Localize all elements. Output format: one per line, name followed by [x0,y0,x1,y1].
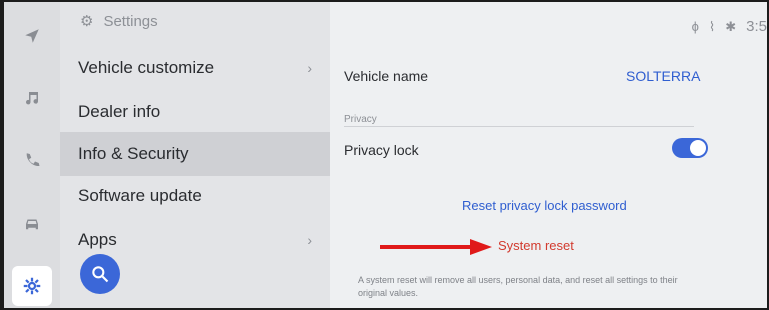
privacy-section-header: Privacy [344,114,377,125]
wireless-charge-icon: ϕ [691,19,699,34]
search-button[interactable] [80,254,120,294]
settings-menu: ⚙ Settings Vehicle customize › Dealer in… [60,2,330,308]
menu-item-label: Software update [78,186,202,205]
privacy-lock-toggle[interactable] [672,138,708,158]
bluetooth-icon: ✱ [725,18,737,34]
menu-item-label: Dealer info [78,102,161,121]
system-reset-note: A system reset will remove all users, pe… [358,275,678,298]
chevron-right-icon: › [307,60,312,76]
chevron-right-icon: › [307,232,312,248]
no-signal-icon: ⌇ [708,18,716,34]
menu-title: Settings [103,12,158,30]
menu-item-label: Info & Security [78,144,189,163]
car-icon[interactable] [18,210,46,238]
menu-item-vehicle-customize[interactable]: Vehicle customize › [60,46,330,90]
privacy-lock-label: Privacy lock [344,142,419,158]
system-reset-link[interactable]: System reset [498,238,574,253]
status-bar: ϕ ⌇ ✱ 3:5 [692,18,767,35]
divider [344,126,694,127]
gear-icon: ⚙ [80,13,94,30]
menu-item-software-update[interactable]: Software update [60,174,330,218]
menu-header: ⚙ Settings [80,12,158,31]
menu-item-label: Vehicle customize [78,58,215,77]
gear-icon[interactable] [12,266,52,306]
search-icon [92,266,109,283]
toggle-knob [690,140,706,156]
vehicle-name-value[interactable]: SOLTERRA [626,68,700,84]
infotainment-screen: ⚙ Settings Vehicle customize › Dealer in… [4,2,767,308]
menu-item-dealer-info[interactable]: Dealer info [60,90,330,134]
reset-privacy-lock-password-link[interactable]: Reset privacy lock password [462,198,627,213]
settings-content: ϕ ⌇ ✱ 3:5 Vehicle name SOLTERRA Privacy … [330,2,767,308]
music-icon[interactable] [18,84,46,112]
menu-item-label: Apps [78,230,117,249]
navigation-icon[interactable] [18,22,46,50]
phone-icon[interactable] [18,146,46,174]
icon-rail [4,2,60,308]
clock: 3:5 [746,18,767,35]
menu-item-info-security[interactable]: Info & Security [60,132,330,176]
vehicle-name-label: Vehicle name [344,68,429,84]
red-arrow-annotation [380,239,492,255]
